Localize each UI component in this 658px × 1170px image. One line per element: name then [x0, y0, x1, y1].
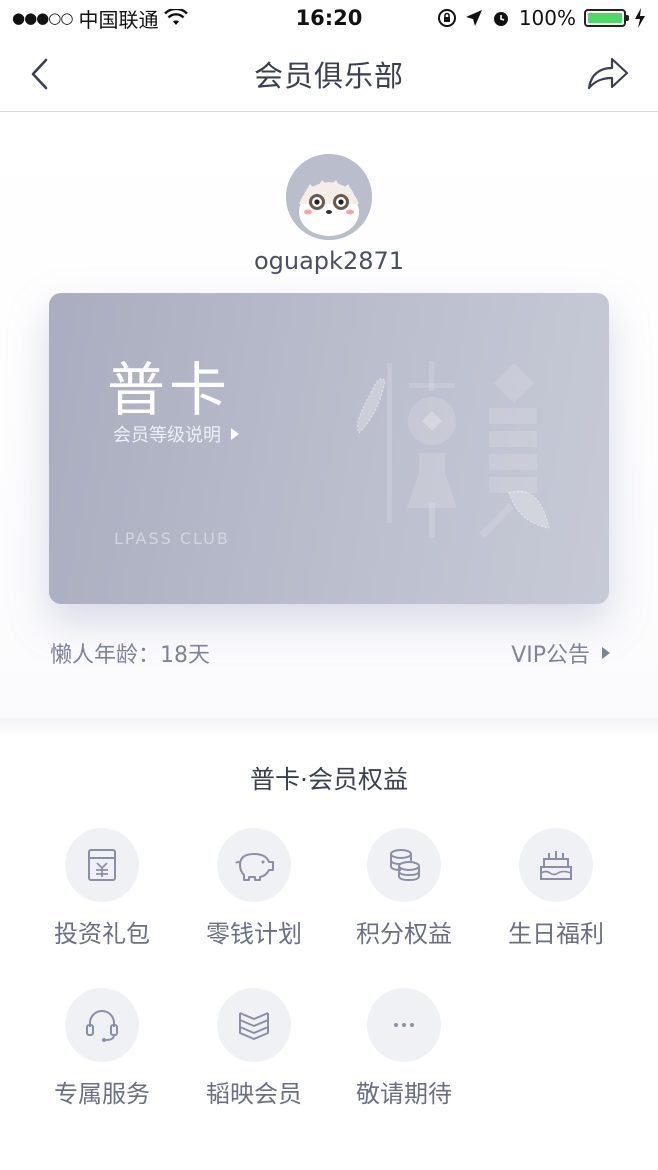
benefit-birthday[interactable]: 生日福利	[486, 828, 626, 949]
more-dots-icon	[394, 1023, 414, 1027]
back-arrow-icon[interactable]	[26, 56, 56, 92]
benefit-label: 积分权益	[356, 920, 452, 948]
benefit-label: 韬映会员	[206, 1080, 302, 1108]
battery-icon	[584, 9, 629, 27]
benefit-coming-soon[interactable]: 敬请期待	[334, 988, 474, 1109]
page-title: 会员俱乐部	[253, 58, 404, 93]
benefit-label: 零钱计划	[206, 920, 302, 948]
headset-icon	[86, 1010, 118, 1042]
layers-icon	[239, 1012, 269, 1040]
status-right: 100%	[437, 6, 646, 30]
benefit-label: 生日福利	[508, 920, 604, 948]
lazy-age: 懒人年龄：18天	[50, 637, 210, 669]
benefit-label: 敬请期待	[356, 1080, 452, 1108]
vip-announcement-label: VIP公告	[511, 643, 590, 668]
vip-announcement-link[interactable]: VIP公告	[511, 637, 610, 669]
level-description-link[interactable]: 会员等级说明	[113, 421, 239, 447]
piggy-bank-icon	[235, 853, 274, 881]
benefit-investment-gift[interactable]: 投资礼包	[32, 828, 172, 949]
avatar[interactable]	[286, 154, 372, 240]
benefit-label: 专属服务	[54, 1080, 150, 1108]
status-left: ●●●○○ 中国联通	[12, 4, 189, 33]
status-bar: ●●●○○ 中国联通 16:20 100%	[0, 0, 658, 36]
lazy-logo-watermark-icon	[357, 361, 550, 538]
age-value: 18天	[160, 643, 211, 668]
card-level: 普卡	[107, 356, 232, 424]
benefit-label: 投资礼包	[54, 920, 150, 948]
section-divider	[0, 718, 658, 736]
navigation-bar: 会员俱乐部	[0, 36, 658, 112]
battery-percent: 100%	[518, 6, 576, 30]
benefits-title: 普卡·会员权益	[250, 765, 408, 794]
member-card: 普卡 会员等级说明 LPASS CLUB	[49, 293, 609, 604]
sloth-avatar-icon	[286, 154, 372, 240]
birthday-cake-icon	[540, 851, 572, 880]
share-icon[interactable]	[586, 54, 630, 94]
username: oguapk2871	[253, 247, 405, 275]
coins-stack-icon	[390, 849, 420, 882]
charging-bolt-icon	[635, 8, 645, 28]
benefit-change-plan[interactable]: 零钱计划	[184, 828, 324, 949]
carrier-name: 中国联通	[78, 7, 159, 32]
orientation-lock-icon	[437, 9, 456, 27]
info-row: 懒人年龄：18天 VIP公告	[50, 637, 610, 669]
benefit-points[interactable]: 积分权益	[334, 828, 474, 949]
location-arrow-icon	[465, 10, 482, 26]
caret-right-icon	[231, 428, 239, 440]
benefit-exclusive-service[interactable]: 专属服务	[32, 988, 172, 1109]
alarm-icon	[493, 12, 508, 26]
signal-icon: ●●●○○	[12, 9, 73, 27]
gift-card-icon	[88, 849, 116, 881]
level-description-label: 会员等级说明	[113, 425, 221, 446]
benefit-video-membership[interactable]: 韬映会员	[184, 988, 324, 1109]
member-header: oguapk2871 普卡 会员等级说明 LPASS CLUB 懒人年龄：18天…	[0, 113, 658, 718]
wifi-icon	[164, 9, 189, 25]
age-label: 懒人年龄：	[50, 643, 161, 668]
card-club-label: LPASS CLUB	[114, 529, 230, 548]
caret-right-icon	[602, 647, 610, 659]
